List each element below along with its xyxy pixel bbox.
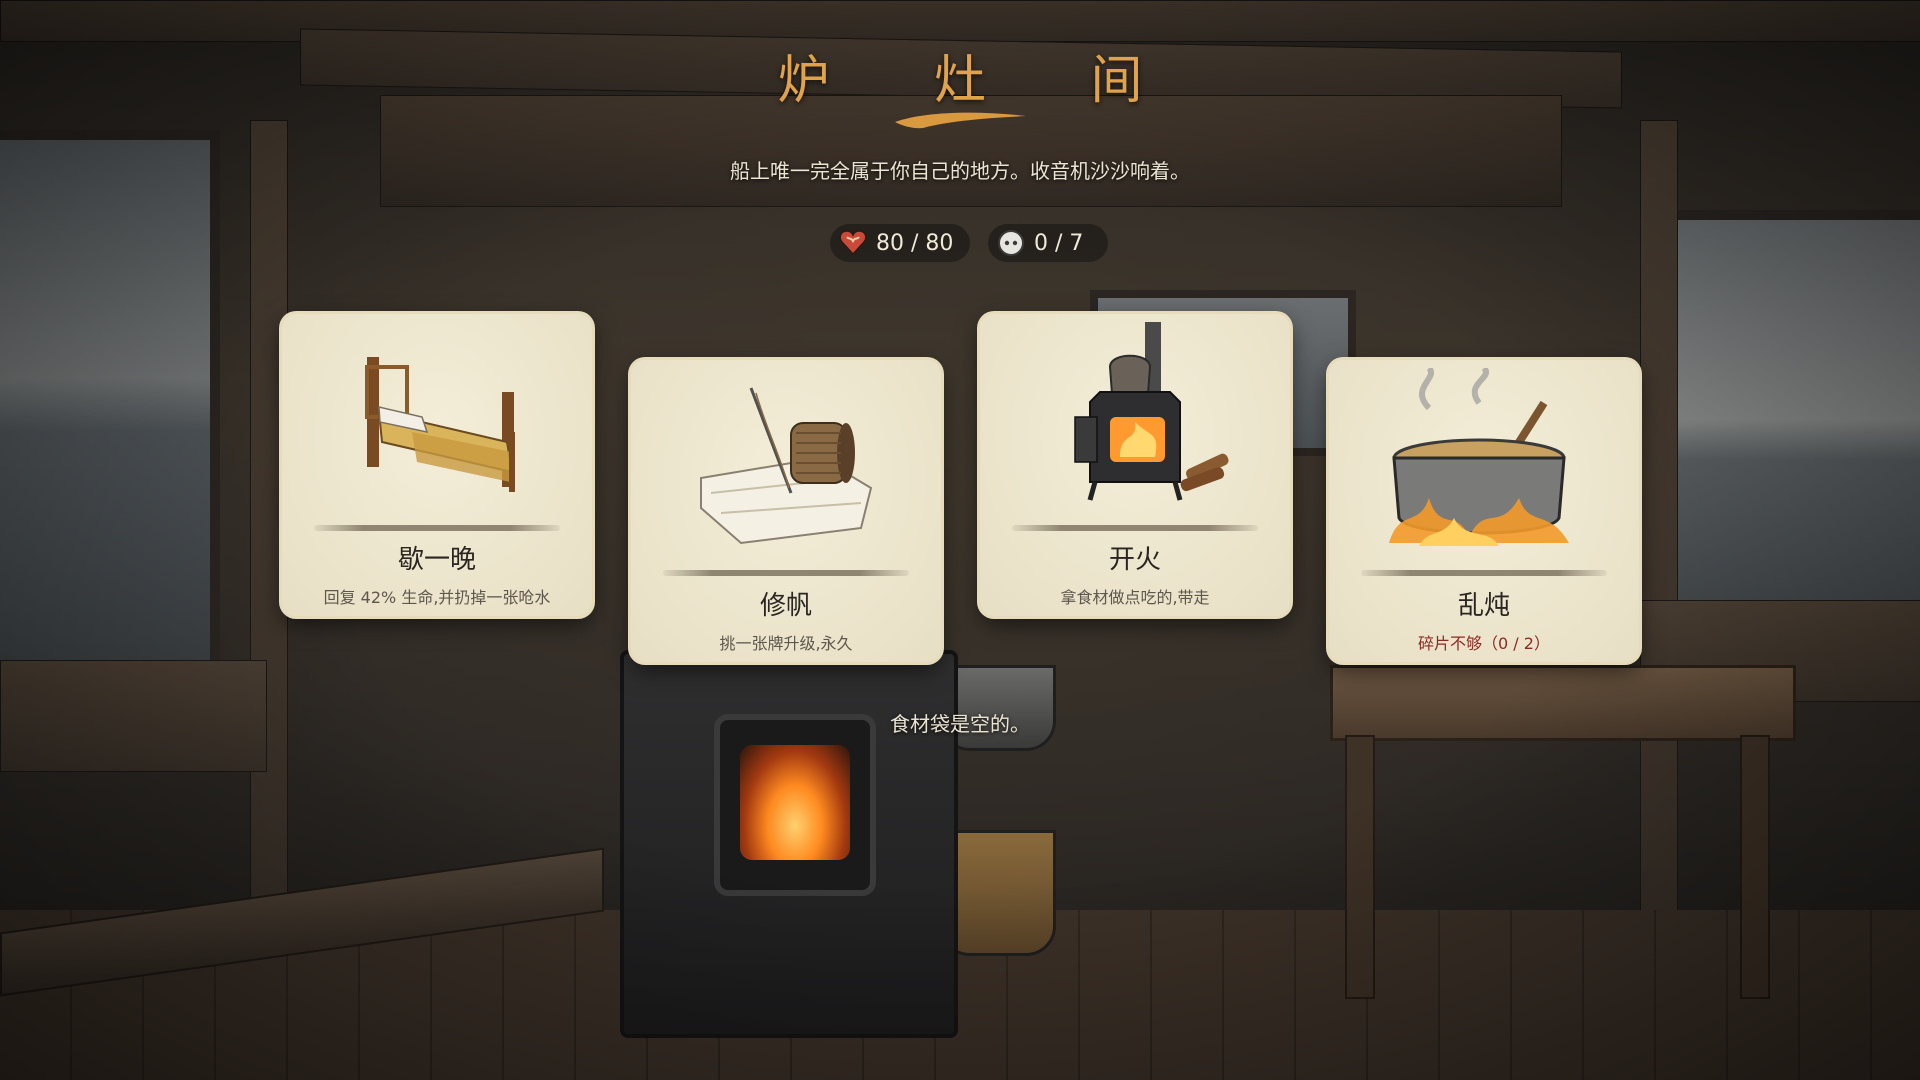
- card-divider: [663, 570, 909, 576]
- card-title: 开火: [1108, 545, 1161, 575]
- ingredient-bag-status: 食材袋是空的。: [890, 712, 1030, 736]
- card-title: 修帆: [759, 591, 812, 621]
- bed-icon: [365, 357, 515, 492]
- stew-pot-icon: [1389, 368, 1569, 546]
- wood-stove-icon: [1074, 322, 1229, 501]
- mend-sail-card[interactable]: 修帆 挑一张牌升级,永久: [631, 360, 941, 662]
- health-stat: 80 / 80: [830, 224, 970, 262]
- card-divider: [1361, 570, 1607, 576]
- card-warning-text: 碎片不够（0 / 2）: [1418, 634, 1550, 653]
- stew-card[interactable]: 乱炖 碎片不够（0 / 2）: [1329, 360, 1639, 662]
- shell-fragment-icon: [998, 230, 1024, 256]
- page-subtitle: 船上唯一完全属于你自己的地方。收音机沙沙响着。: [730, 159, 1190, 183]
- light-fire-card[interactable]: 开火 拿食材做点吃的,带走: [980, 314, 1290, 616]
- card-description: 回复 42% 生命,并扔掉一张呛水: [323, 588, 551, 607]
- rest-card[interactable]: 歇一晚 回复 42% 生命,并扔掉一张呛水: [282, 314, 592, 616]
- heart-icon: [839, 230, 867, 256]
- card-description: 挑一张牌升级,永久: [719, 634, 853, 653]
- card-title: 乱炖: [1457, 591, 1510, 621]
- sewing-icon: [700, 387, 873, 545]
- fragment-stat: 0 / 7: [988, 224, 1108, 262]
- card-divider: [1012, 525, 1258, 531]
- title-brush-stroke: [895, 112, 1026, 129]
- card-divider: [314, 525, 560, 531]
- health-value: 80 / 80: [876, 230, 954, 256]
- page-title: 炉 灶 间: [777, 51, 1187, 111]
- fragment-value: 0 / 7: [1034, 230, 1084, 256]
- card-title: 歇一晚: [397, 545, 476, 575]
- card-description: 拿食材做点吃的,带走: [1060, 588, 1210, 607]
